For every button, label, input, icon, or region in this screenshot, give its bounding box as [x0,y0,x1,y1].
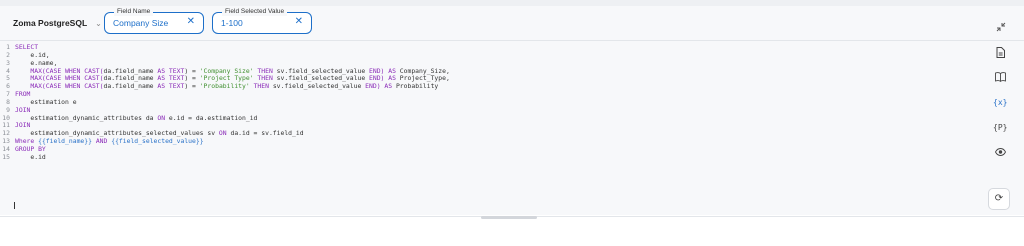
code-line: GROUP BY [15,144,46,153]
close-icon[interactable]: ✕ [187,16,195,27]
code-line: SELECT [15,43,39,51]
close-icon[interactable]: ✕ [295,16,303,27]
document-icon[interactable] [993,47,1007,59]
eye-icon[interactable] [993,148,1007,160]
sql-editor[interactable]: 1 2 3 4 5 6 7 8 9 10 11 12 13 14 15 SELE… [0,41,1024,215]
resize-handle[interactable] [481,216,537,219]
code-line: estimation e [15,97,77,106]
database-select-label: Zoma PostgreSQL [13,18,88,28]
code-line: Where {{field_name}} AND {{field_selecte… [15,137,204,146]
code-line: e.id [15,152,46,161]
code-line: FROM [15,90,31,99]
query-toolbar: Zoma PostgreSQL ⌄ Field Name Company Siz… [0,6,1024,41]
variable-icon[interactable]: {x} [993,98,1007,110]
refresh-icon: ⟳ [994,193,1004,204]
chevron-down-icon: ⌄ [95,18,102,28]
collapse-icon[interactable] [996,22,1006,34]
field-selected-value-input[interactable]: Field Selected Value 1-100 ✕ [212,7,312,34]
field-name-value: Company Size [113,18,169,28]
book-icon[interactable] [993,72,1007,84]
parameter-icon[interactable]: {P} [993,123,1007,135]
code-line: e.id, [15,50,50,59]
code-lines[interactable]: SELECT e.id, e.name, MAX(CASE WHEN CAST(… [15,43,450,162]
line-number: 15 [2,152,10,161]
code-line: estimation_dynamic_attributes da ON e.id… [15,113,258,122]
code-line: MAX(CASE WHEN CAST(da.field_name AS TEXT… [30,82,439,91]
database-select[interactable]: Zoma PostgreSQL ⌄ [13,18,102,28]
line-number-gutter: 1 2 3 4 5 6 7 8 9 10 11 12 13 14 15 [0,43,10,162]
text-cursor [14,202,15,209]
field-selected-value-legend: Field Selected Value [222,7,288,16]
field-selected-value-value: 1-100 [221,18,243,28]
field-name-legend: Field Name [114,7,154,16]
refresh-button[interactable]: ⟳ [988,188,1010,210]
field-name-input[interactable]: Field Name Company Size ✕ [104,7,204,34]
